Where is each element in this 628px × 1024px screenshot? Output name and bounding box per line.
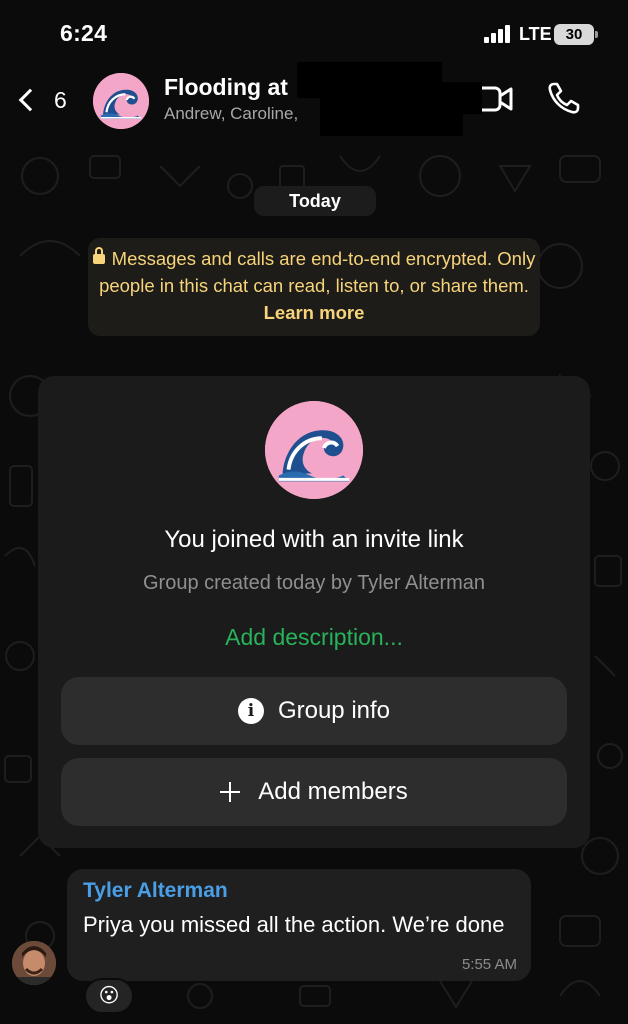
message-bubble[interactable]: Tyler Alterman Priya you missed all the …: [67, 869, 531, 981]
battery-icon: 30: [554, 24, 598, 45]
group-info-button[interactable]: i Group info: [61, 677, 567, 745]
add-description-link[interactable]: Add description...: [38, 624, 590, 651]
wave-icon: [265, 401, 363, 499]
chat-members[interactable]: Andrew, Caroline,: [164, 104, 298, 124]
lock-icon: [92, 247, 105, 264]
message-reaction[interactable]: 😮: [84, 978, 134, 1014]
add-members-button[interactable]: Add members: [61, 758, 567, 826]
add-members-label: Add members: [258, 778, 408, 805]
status-bar: 6:24 LTE 30: [0, 0, 628, 60]
status-time: 6:24: [60, 20, 108, 46]
message-text: Priya you missed all the action. We’re d…: [83, 912, 505, 937]
group-info-label: Group info: [277, 697, 391, 724]
encryption-notice[interactable]: Messages and calls are end-to-end encryp…: [88, 238, 540, 336]
signal-strength-icon: [484, 25, 514, 43]
date-separator: Today: [254, 186, 376, 216]
person-avatar-icon: [12, 941, 56, 985]
message-timestamp: 5:55 AM: [461, 956, 517, 973]
chat-title[interactable]: Flooding at: [164, 74, 288, 101]
group-card-title: You joined with an invite link: [164, 526, 464, 553]
phone-icon: [548, 82, 580, 114]
plus-icon: [220, 782, 241, 802]
learn-more-link[interactable]: Learn more: [264, 302, 365, 323]
back-chevron-icon: [18, 88, 42, 112]
group-avatar-large[interactable]: [265, 401, 363, 499]
info-icon: i: [237, 698, 264, 724]
sender-name[interactable]: Tyler Alterman: [83, 879, 228, 903]
voice-call-button[interactable]: [546, 80, 582, 116]
encryption-text: Messages and calls are end-to-end encryp…: [99, 248, 536, 296]
unread-count: 6: [54, 86, 67, 113]
group-card-subtitle: Group created today by Tyler Alterman: [142, 572, 486, 594]
back-button[interactable]: 6: [14, 80, 67, 120]
group-avatar[interactable]: [93, 73, 149, 129]
group-intro-card: You joined with an invite link Group cre…: [38, 376, 590, 848]
sender-avatar[interactable]: [12, 941, 56, 985]
wave-icon: [93, 73, 149, 129]
network-type: LTE: [519, 24, 552, 44]
